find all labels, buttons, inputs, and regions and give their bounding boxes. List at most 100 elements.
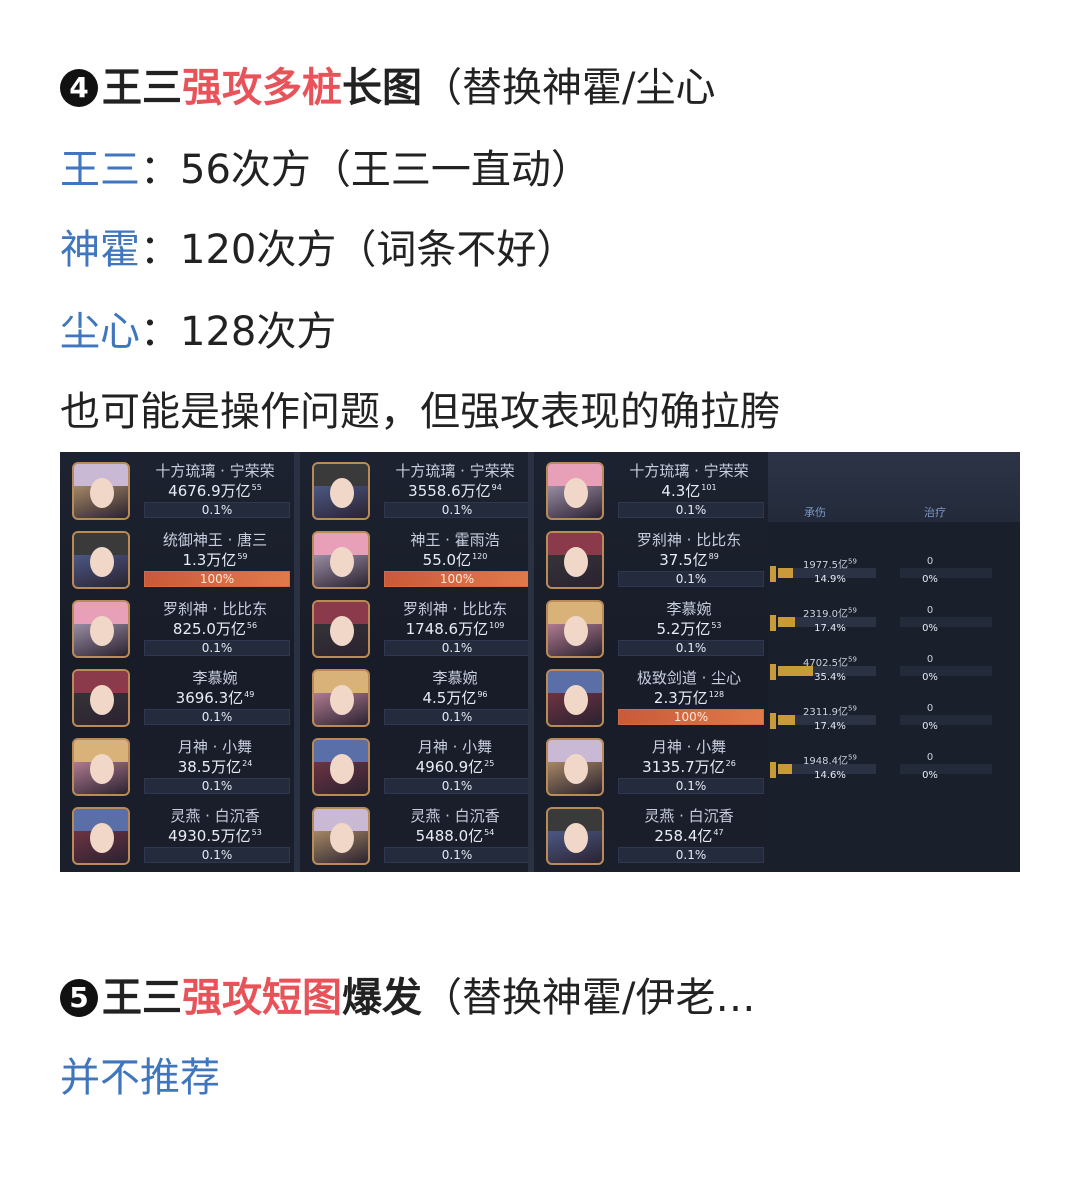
hero-stat-card: 十方琉璃 · 宁荣荣 4676.9万亿55 0.1% [66,458,292,522]
hero-stat-card: 统御神王 · 唐三 1.3万亿59 100% [66,527,292,591]
hero-damage-value: 37.5亿89 [614,549,764,570]
stat-label: 尘心 [60,309,140,355]
hero-portrait [312,531,370,589]
number-4-badge: 4 [60,69,98,107]
hero-damage-value: 38.5万亿24 [140,756,290,777]
taken-number: 2311.9亿 [803,707,849,718]
hero-portrait [312,462,370,520]
hero-damage-value: 4930.5万亿53 [140,825,290,846]
damage-share-bar: 0.1% [618,640,764,656]
hero-stat-card: 灵燕 · 白沉香 258.4亿47 0.1% [540,803,766,867]
damage-exponent: 94 [491,483,502,492]
hero-name: 神王 · 霍雨浩 [410,531,500,549]
hero-name: 极致剑道 · 尘心 [636,669,742,687]
damage-taken-row: 2319.0亿59 17.4% 0 0% [770,605,1010,645]
hero-name: 罗刹神 · 比比东 [402,600,508,618]
hero-portrait [546,531,604,589]
damage-share-bar: 0.1% [384,847,530,863]
hero-portrait [72,531,130,589]
damage-taken-value: 1977.5亿59 [780,556,880,571]
damage-number: 1.3万亿 [182,551,237,569]
portrait-face [330,823,354,853]
damage-taken-row: 1948.4亿59 14.6% 0 0% [770,752,1010,792]
hero-portrait [546,807,604,865]
taken-exponent: 59 [848,606,857,615]
damage-share-bar: 0.1% [384,640,530,656]
damage-number: 4.3亿 [661,482,701,500]
damage-exponent: 47 [713,828,724,837]
healing-value: 0 [926,556,934,567]
tab-healing[interactable]: 治疗 [924,504,946,520]
taken-number: 2319.0亿 [803,609,849,620]
number-5-badge: 5 [60,979,98,1017]
portrait-face [90,823,114,853]
damage-taken-pct: 17.4% [814,721,846,732]
damage-taken-row: 4702.5亿59 35.4% 0 0% [770,654,1010,694]
hero-damage-value: 3558.6万亿94 [380,480,530,501]
damage-share-bar: 0.1% [618,571,764,587]
taken-exponent: 59 [848,704,857,713]
hero-portrait [72,669,130,727]
hero-name: 月神 · 小舞 [177,738,253,756]
hero-damage-value: 5.2万亿53 [614,618,764,639]
damage-share-bar: 0.1% [618,502,764,518]
hero-stat-card: 月神 · 小舞 3135.7万亿26 0.1% [540,734,766,798]
stat-line-wangsan: 王三：56次方（王三一直动） [60,142,591,198]
healing-value: 0 [926,752,934,763]
stat-label: 神霍 [60,227,140,273]
stat-text: 56次方（王三一直动） [180,147,591,193]
hero-name: 十方琉璃 · 宁荣荣 [155,462,275,480]
portrait-face [90,616,114,646]
section-4-heading: 4 王三强攻多桩长图（替换神霍/尘心 [60,60,715,116]
damage-exponent: 54 [484,828,495,837]
stat-line-chenxin: 尘心：128次方 [60,304,336,360]
hero-stat-card: 极致剑道 · 尘心 2.3万亿128 100% [540,665,766,729]
damage-taken-panel: 承伤 治疗 1977.5亿59 14.9% 0 0% 2319.0亿59 17.4% 0 0%… [768,452,1020,872]
healing-value: 0 [926,605,934,616]
damage-exponent: 56 [246,621,258,630]
hero-stat-card: 灵燕 · 白沉香 4930.5万亿53 0.1% [66,803,292,867]
stat-sep: ： [140,147,180,193]
damage-exponent: 49 [244,690,255,699]
healing-pct: 0% [922,770,938,781]
damage-share-bar: 100% [144,571,290,587]
damage-taken-value: 2311.9亿59 [780,703,880,718]
hero-damage-value: 3135.7万亿26 [614,756,764,777]
row-marker [770,762,776,778]
stats-column-2: 十方琉璃 · 宁荣荣 3558.6万亿94 0.1% 神王 · 霍雨浩 55.0亿120… [300,452,534,872]
hero-name: 李慕婉 [192,669,238,687]
row-marker [770,566,776,582]
damage-number: 2.3万亿 [653,689,708,707]
hero-name: 李慕婉 [432,669,478,687]
hero-stat-card: 十方琉璃 · 宁荣荣 4.3亿101 0.1% [540,458,766,522]
hero-portrait [72,738,130,796]
heading5-highlight: 强攻短图 [182,975,342,1021]
portrait-face [564,754,588,784]
healing-pct: 0% [922,623,938,634]
hero-stat-card: 李慕婉 5.2万亿53 0.1% [540,596,766,660]
portrait-face [330,685,354,715]
taken-number: 1948.4亿 [803,756,849,767]
damage-number: 4676.9万亿 [168,482,251,500]
row-marker [770,664,776,680]
hero-name: 李慕婉 [666,600,712,618]
damage-exponent: 96 [477,690,488,699]
tab-damage-taken[interactable]: 承伤 [804,504,826,520]
hero-portrait [72,807,130,865]
damage-number: 3135.7万亿 [642,758,725,776]
heading5-part4: （替换神霍/伊老… [422,975,756,1021]
damage-exponent: 25 [484,759,495,768]
damage-number: 258.4亿 [654,827,713,845]
damage-share-bar: 100% [618,709,764,725]
damage-share-bar: 0.1% [144,502,290,518]
damage-taken-pct: 14.9% [814,574,846,585]
damage-share-bar: 0.1% [618,847,764,863]
damage-taken-value: 2319.0亿59 [780,605,880,620]
heading5-part1: 王三 [102,975,182,1021]
damage-exponent: 59 [237,552,248,561]
damage-taken-row: 1977.5亿59 14.9% 0 0% [770,556,1010,596]
healing-pct: 0% [922,721,938,732]
damage-number: 4.5万亿 [422,689,477,707]
hero-stat-card: 李慕婉 4.5万亿96 0.1% [306,665,532,729]
hero-stat-card: 月神 · 小舞 4960.9亿25 0.1% [306,734,532,798]
